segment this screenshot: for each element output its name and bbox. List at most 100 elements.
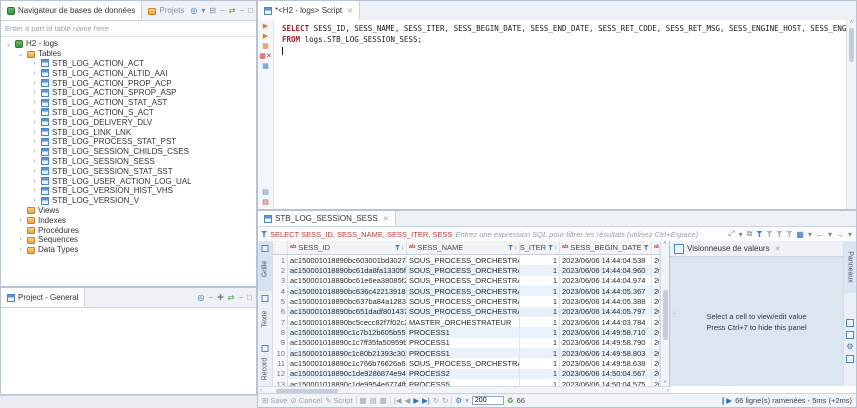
editor-scrollbar[interactable]: ˄ <box>846 20 856 209</box>
row-number[interactable]: 2 <box>273 265 288 276</box>
row-number[interactable]: 5 <box>273 296 288 307</box>
cell-sess-name[interactable]: PROCESS1 <box>407 348 520 359</box>
cell-sess-iter[interactable]: 1 <box>520 317 560 328</box>
cell-sess-begin-date[interactable]: 2023/06/06 14:44:05.388 <box>560 296 652 307</box>
dropdown-icon[interactable]: ▾ <box>848 230 852 239</box>
cell-sess-iter[interactable]: 1 <box>520 255 560 266</box>
close-icon[interactable]: ✕ <box>775 245 781 253</box>
row-number[interactable]: 6 <box>273 306 288 318</box>
minus-icon[interactable]: − <box>208 293 213 302</box>
column-header-sess-iter[interactable]: 123 SESS_ITER ↕ <box>520 241 560 254</box>
tree-item-folder[interactable]: Views <box>1 206 256 216</box>
chevron-right-icon[interactable]: › <box>31 129 38 136</box>
row-number[interactable]: 4 <box>273 286 288 297</box>
table-row[interactable]: 2 ac150001018890bc61da8fa13305f703 SOUS_… <box>273 265 660 276</box>
row-number[interactable]: 3 <box>273 275 288 287</box>
delete-sql-icon[interactable]: ▤ <box>262 199 269 206</box>
table-row[interactable]: 12 ac150001018890c1de9286874e9495f5 PROC… <box>273 368 660 380</box>
cell-sess-id[interactable]: ac150001018890bc637ba84a1283cc87 <box>288 296 407 307</box>
execute-script-icon[interactable]: ▶ <box>263 33 268 40</box>
cell-sess-name[interactable]: PROCESS2 <box>407 368 520 380</box>
gear-icon[interactable]: ⚙ <box>846 343 853 351</box>
chevron-right-icon[interactable]: › <box>31 148 38 155</box>
scroll-up-icon[interactable]: ˄ <box>663 241 667 247</box>
cell-sess-end-date[interactable]: 202 <box>652 337 660 349</box>
tree-item-tables-folder[interactable]: ⌄ Tables <box>1 49 256 59</box>
tree-item-table[interactable]: › STB_LOG_SESSION_SESS <box>1 157 256 167</box>
chevron-right-icon[interactable]: › <box>31 109 38 116</box>
filter-menu-icon[interactable] <box>786 231 793 237</box>
tree-item-table[interactable]: › STB_LOG_DELIVERY_DLV <box>1 117 256 127</box>
row-number[interactable]: 12 <box>273 368 288 380</box>
cell-sess-name[interactable]: PROCESS1 <box>407 327 520 338</box>
tree-item-table[interactable]: › STB_LOG_ACTION_ALTID_AAI <box>1 68 256 78</box>
link-editor-icon[interactable]: ⇄ <box>228 293 235 302</box>
chevron-right-icon[interactable]: › <box>31 99 38 106</box>
chevron-down-icon[interactable]: ⌄ <box>17 50 24 58</box>
cell-sess-begin-date[interactable]: 2023/06/06 14:49:58.790 <box>560 337 652 349</box>
cell-sess-end-date[interactable]: 202 <box>652 286 660 297</box>
tree-item-table[interactable]: › STB_LOG_SESSION_CHILDS_CSES <box>1 147 256 157</box>
filter-input[interactable]: Entrez une expression SQL pour filtrer l… <box>455 230 725 239</box>
row-number[interactable]: 7 <box>273 317 288 328</box>
tree-item-table[interactable]: › STB_LOG_ACTION_ACT <box>1 59 256 69</box>
tree-item-table[interactable]: › STB_LOG_SESSION_STAT_SST <box>1 166 256 176</box>
settings-dot-icon[interactable]: ◎ <box>197 293 204 302</box>
cell-sess-begin-date[interactable]: 2023/06/06 14:49:58.803 <box>560 348 652 359</box>
cell-sess-iter[interactable]: 1 <box>520 348 560 359</box>
references-panel-icon[interactable] <box>846 355 854 363</box>
tab-panneaux[interactable]: Panneaux <box>844 241 856 293</box>
column-filter-icon[interactable] <box>508 245 513 250</box>
cell-sess-end-date[interactable]: 202 <box>652 306 660 318</box>
table-row[interactable]: 13 ac150001018890c1de9954e6774fba05 PROC… <box>273 379 660 386</box>
metadata-panel-icon[interactable] <box>846 331 854 339</box>
refresh-icon[interactable]: ♻ <box>507 396 514 405</box>
cell-sess-name[interactable]: SOUS_PROCESS_ORCHESTRATEUR <box>407 265 520 276</box>
cell-sess-id[interactable]: ac150001018890c1de9954e6774fba05 <box>288 379 407 386</box>
column-header-sess-end-date[interactable]: ab SE <box>652 241 660 254</box>
cell-sess-id[interactable]: ac150001018890bc61e6ea38085f2ae0 <box>288 275 407 287</box>
tree-item-table[interactable]: › STB_LOG_ACTION_PROP_ACP <box>1 78 256 88</box>
filter-history-icon[interactable] <box>776 231 783 237</box>
scrollbar-thumb[interactable] <box>849 28 854 62</box>
tree-item-table[interactable]: › STB_LOG_USER_ACTION_LOG_UAL <box>1 176 256 186</box>
chevron-right-icon[interactable]: › <box>31 197 38 204</box>
dropdown-icon[interactable]: ▾ <box>465 396 469 405</box>
cell-sess-name[interactable]: SOUS_PROCESS_ORCHESTRATEUR <box>407 286 520 297</box>
expand-panel-icon[interactable]: ⤢ <box>728 229 734 239</box>
cell-sess-id[interactable]: ac150001018890bc603001bd3027b3fe <box>288 255 407 266</box>
cell-sess-id[interactable]: ac150001018890c1c766b76626a63207 <box>288 358 407 369</box>
close-icon[interactable]: ✕ <box>383 215 389 223</box>
tab-record-mode[interactable]: Record <box>258 341 272 391</box>
maximize-icon[interactable]: □ <box>247 293 252 302</box>
chevron-right-icon[interactable]: › <box>17 217 24 224</box>
cell-sess-name[interactable]: SOUS_PROCESS_ORCHESTRATEUR <box>407 296 520 307</box>
tree-item-table[interactable]: › STB_LOG_ACTION_STAT_AST <box>1 98 256 108</box>
tree-item-table[interactable]: › STB_LOG_VERSION_V <box>1 196 256 206</box>
cancel-button[interactable]: ⊘ Cancel <box>290 396 322 405</box>
value-panel-icon[interactable] <box>846 319 854 327</box>
chevron-down-icon[interactable]: ⌄ <box>5 40 12 48</box>
row-number[interactable]: 9 <box>273 337 288 349</box>
dropdown-icon[interactable]: ▾ <box>201 6 205 15</box>
column-header-sess-id[interactable]: ab SESS_ID ↕ <box>288 241 407 254</box>
tab-text-presentation[interactable]: Texte <box>258 291 272 341</box>
cell-sess-end-date[interactable]: 202 <box>652 265 660 276</box>
cell-sess-id[interactable]: ac150001018890bc5cecc82f7f02c232 <box>288 317 407 328</box>
tree-item-table[interactable]: › STB_LOG_LINK_LNK <box>1 127 256 137</box>
table-row[interactable]: 11 ac150001018890c1c766b76626a63207 SOUS… <box>273 358 660 369</box>
cell-sess-begin-date[interactable]: 2023/06/06 14:44:04.974 <box>560 275 652 287</box>
cell-sess-id[interactable]: ac150001018890bc651dadf801437ebf <box>288 306 407 318</box>
delete-row-icon[interactable]: ▦ <box>380 396 387 405</box>
cell-sess-begin-date[interactable]: 2023/06/06 14:44:03.784 <box>560 317 652 328</box>
cell-sess-iter[interactable]: 1 <box>520 296 560 307</box>
cell-sess-end-date[interactable]: 202 <box>652 255 660 266</box>
last-page-icon[interactable]: ▶| <box>422 396 430 405</box>
chevron-right-icon[interactable]: › <box>31 168 38 175</box>
cell-sess-iter[interactable]: 1 <box>520 379 560 386</box>
cell-sess-begin-date[interactable]: 2023/06/06 14:44:04.538 <box>560 255 652 266</box>
cell-sess-iter[interactable]: 1 <box>520 275 560 287</box>
cell-sess-begin-date[interactable]: 2023/06/06 14:49:58.710 <box>560 327 652 338</box>
column-filter-icon[interactable] <box>643 245 649 250</box>
cell-sess-iter[interactable]: 1 <box>520 327 560 338</box>
